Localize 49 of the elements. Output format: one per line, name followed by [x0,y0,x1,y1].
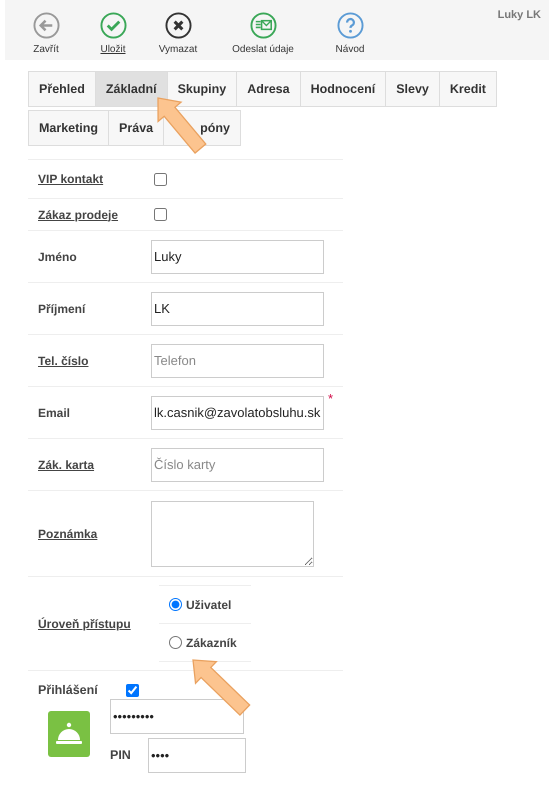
password-field[interactable]: ••••••••• [110,698,244,734]
tab[interactable]: Kredit [438,71,497,107]
tab[interactable]: Slevy [385,71,440,107]
field-label: Email [38,404,72,422]
option-label[interactable]: Zákazník [186,634,237,652]
required-mark: * [328,390,334,408]
input-field[interactable]: Luky [151,240,324,274]
field-label: Příjmení [38,300,87,318]
input-field[interactable]: Číslo karty [151,448,324,482]
toolbar-button[interactable]: Návod [329,12,371,60]
tab[interactable]: Základní [94,71,168,107]
field-label: Zákaz prodeje [38,206,120,224]
tab[interactable]: Přehled [28,71,96,107]
tab[interactable]: Hodnocení [300,71,386,107]
field-label: Přihlášení [38,682,99,699]
input-field[interactable]: •••• [148,738,246,773]
checkbox[interactable] [154,172,167,186]
input-field[interactable]: Telefon [151,344,324,378]
option-label[interactable]: Uživatel [186,596,232,614]
field-label: PIN [110,746,132,764]
radio-button[interactable] [169,598,182,611]
envelope-icon [250,12,276,39]
toolbar-button[interactable]: Uložit [92,12,134,60]
field-label: VIP kontakt [38,171,104,188]
input-field[interactable]: lk.casnik@zavolatobsluhu.sk [151,396,324,430]
tab[interactable]: Adresa [236,71,301,107]
checkbox[interactable] [126,684,139,697]
toolbar-button[interactable]: Zavřít [25,12,67,60]
field-label: Tel. číslo [38,352,90,370]
field-label: Zák. karta [38,456,96,474]
textarea-field[interactable] [151,500,314,566]
help-icon [336,12,364,39]
tab[interactable]: Skupiny [166,71,238,107]
tab[interactable]: Marketing [28,110,110,146]
back-icon [32,12,60,39]
user-name: Luky LK [498,8,541,23]
close-icon [164,12,192,39]
field-label: Úroveň přístupu [38,616,132,632]
checkbox[interactable] [154,208,167,221]
bell-icon [48,710,90,757]
tab[interactable]: Práva [108,110,164,146]
field-label: Poznámka [38,526,98,542]
toolbar-button[interactable]: Vymazat [154,12,202,60]
pointer-arrow [192,659,251,716]
field-label: Jméno [38,248,78,266]
toolbar-button[interactable]: Odeslat údaje [222,12,304,60]
check-icon [100,12,126,39]
radio-button[interactable] [169,636,182,649]
input-field[interactable]: LK [151,292,324,326]
